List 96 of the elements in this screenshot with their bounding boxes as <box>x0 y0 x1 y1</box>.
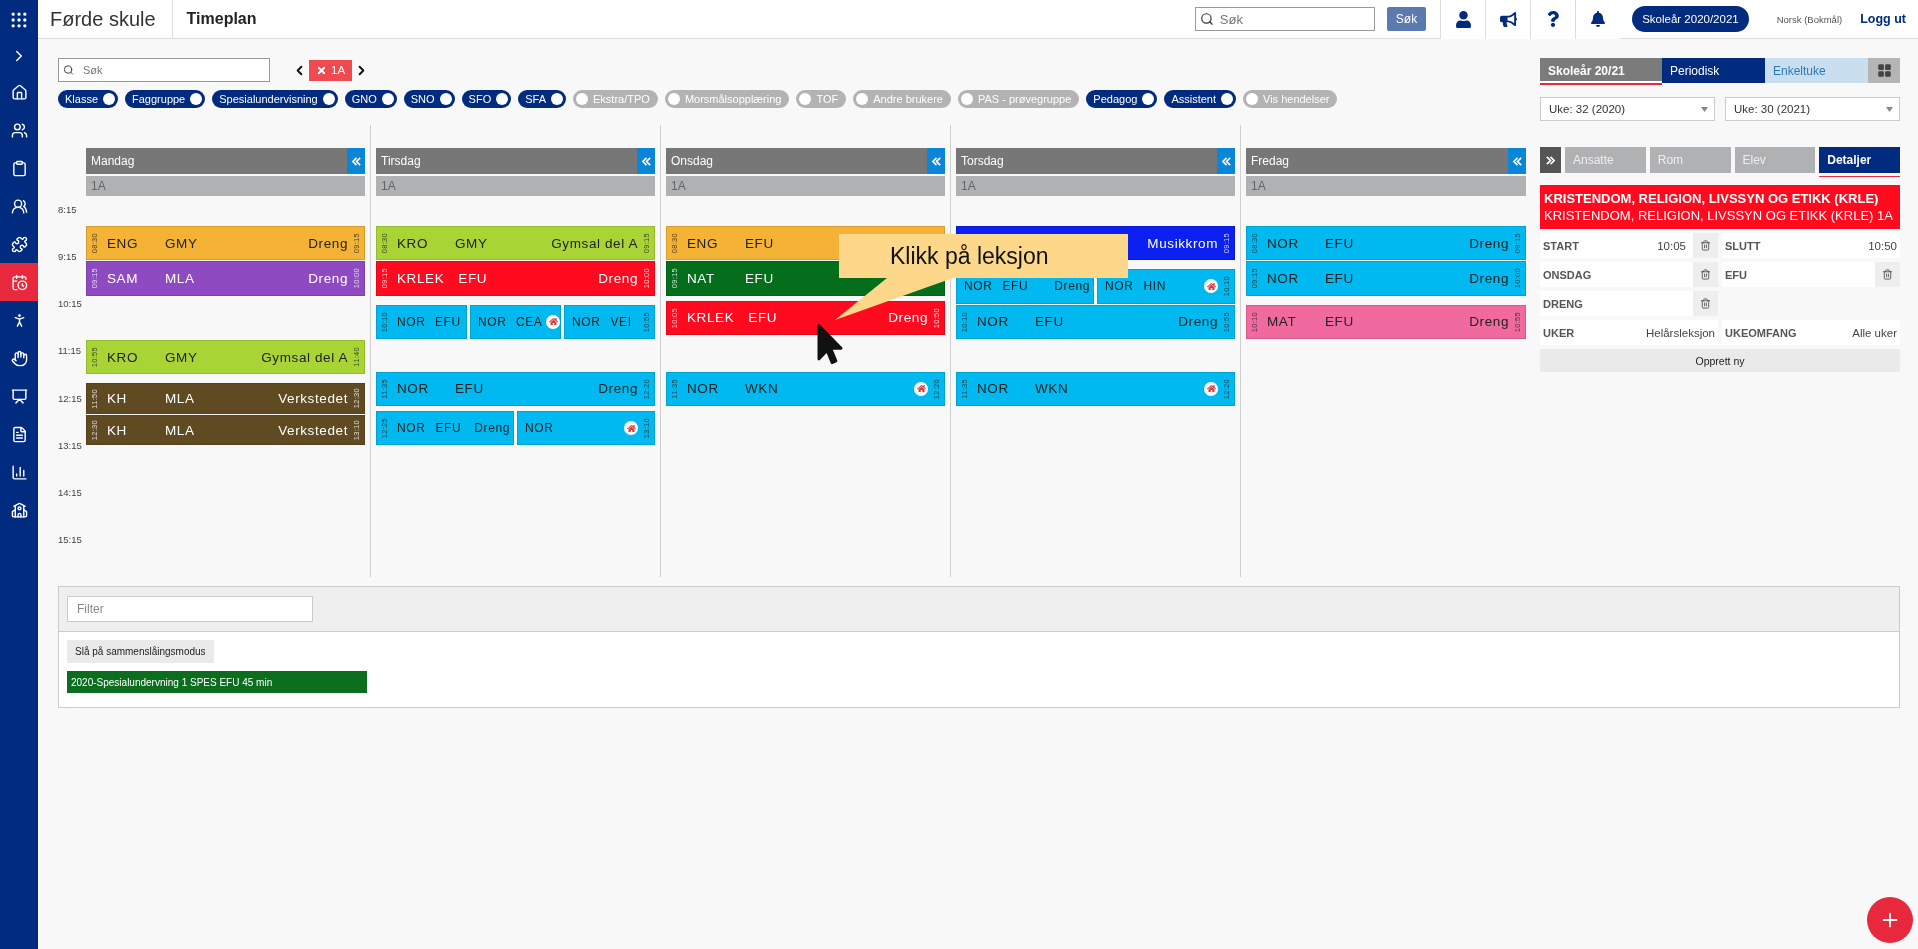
room-name: Dreng <box>473 421 510 436</box>
group-label: 1A <box>956 176 1235 196</box>
room-name: Gymsal del A <box>550 235 638 251</box>
teacher-code: EFU <box>435 421 462 436</box>
day-name: Tirsdag <box>380 154 422 168</box>
time-label: 14:15 <box>58 487 82 499</box>
teacher-code: GMY <box>455 235 488 251</box>
teacher-code: EFU <box>1325 235 1354 251</box>
subject-code: NOR <box>1267 235 1300 251</box>
time-label: 15:15 <box>58 534 82 546</box>
subject-code: NOR <box>478 314 506 329</box>
teacher-code: EFU <box>455 381 484 397</box>
teacher-code: EFU <box>745 235 774 251</box>
field-label: ONSDAG <box>1543 268 1592 281</box>
subject-code: KH <box>107 422 128 438</box>
subject-code: SAM <box>107 271 140 286</box>
teacher-code: GMY <box>165 235 198 251</box>
subject-code: NOR <box>397 421 426 436</box>
subject-subtitle: KRISTENDOM, RELIGION, LIVSSYN OG ETIKK (KRLE) 1A <box>1544 208 1894 223</box>
teacher-code: EFU <box>748 310 778 326</box>
teacher-code: VEI <box>610 314 632 329</box>
day-name: Torsdag <box>960 154 1005 168</box>
teacher-code: EFU <box>745 271 774 286</box>
time-label: 9:15 <box>58 251 77 262</box>
field-label: EFU <box>1725 268 1747 281</box>
teacher-code: EFU <box>1002 279 1029 294</box>
room-name: Dreng <box>887 310 928 326</box>
subject-code: KRLEK <box>397 271 445 286</box>
page-title: Timeplan <box>186 10 257 28</box>
time-label: 13:15 <box>58 439 82 451</box>
subject-code: NAT <box>687 271 716 286</box>
field-value: 10:50 <box>1868 239 1898 252</box>
subject-code: NOR <box>977 314 1010 330</box>
teacher-code: EFU <box>458 271 488 286</box>
room-name: Dreng <box>1468 271 1509 286</box>
room-name: Dreng <box>1177 314 1218 330</box>
room-name: Verkstedet <box>277 422 348 438</box>
room-name: Dreng <box>1053 279 1090 294</box>
field-label: UKER <box>1543 326 1575 339</box>
subject-code: ENG <box>687 235 720 251</box>
room-name: Verkstedet <box>277 391 348 407</box>
teacher-code: GMY <box>165 349 198 365</box>
subject-title: KRISTENDOM, RELIGION, LIVSSYN OG ETIKK (KRLE) <box>1544 191 1880 206</box>
teacher-code: MLA <box>165 271 195 286</box>
subject-code: NOR <box>964 279 993 294</box>
room-name: Musikkrom <box>1146 235 1218 251</box>
subject-code: KRLEK <box>687 310 735 326</box>
teacher-code: EFU <box>1325 271 1354 286</box>
field-value: Alle uker <box>1852 326 1898 339</box>
room-name: Gymsal del A <box>260 349 348 365</box>
subject-code: NOR <box>525 421 554 436</box>
subject-code: KH <box>107 391 128 407</box>
teacher-code: CEA <box>516 314 543 329</box>
day-name: Fredag <box>1250 154 1291 168</box>
teacher-code: WKN <box>1035 381 1069 397</box>
room-name: Dreng <box>1468 235 1509 251</box>
subject-code: NOR <box>1105 279 1134 294</box>
group-label: 1A <box>86 176 365 196</box>
subject-code: NOR <box>977 381 1010 397</box>
field-value: 10:05 <box>1657 239 1687 252</box>
time-label: 8:15 <box>58 203 77 215</box>
school-name: Førde skule <box>50 0 173 39</box>
field-label: UKEOMFANG <box>1725 326 1797 339</box>
field-label: SLUTT <box>1725 239 1761 252</box>
room-name: Dreng <box>597 271 638 286</box>
time-label: 10:15 <box>58 298 82 310</box>
subject-code: ENG <box>107 235 140 251</box>
teacher-code: MLA <box>165 391 195 407</box>
group-label: 1A <box>1246 176 1526 196</box>
subject-code: NOR <box>687 381 720 397</box>
subject-code: NOR <box>397 381 430 397</box>
teacher-code: HIN <box>1143 279 1166 294</box>
time-label: 12:15 <box>58 392 82 404</box>
room-name: Dreng <box>597 381 638 397</box>
group-label: 1A <box>666 176 945 196</box>
subject-code: KRO <box>397 235 430 251</box>
subject-code: MAT <box>1267 314 1298 330</box>
day-name: Mandag <box>90 154 136 168</box>
teacher-code: MLA <box>165 422 195 438</box>
field-label: DRENG <box>1543 297 1583 310</box>
teacher-code: WKN <box>745 381 779 397</box>
field-label: START <box>1543 239 1579 252</box>
day-name: Onsdag <box>670 154 715 168</box>
room-name: Dreng <box>1468 314 1509 330</box>
subject-code: NOR <box>572 314 601 329</box>
teacher-code: EFU <box>1035 314 1064 330</box>
subject-code: NOR <box>1267 271 1300 286</box>
subject-code: NOR <box>397 314 425 329</box>
group-label: 1A <box>376 176 655 196</box>
field-value: Helårsleksjon <box>1645 326 1716 339</box>
room-name: Dreng <box>307 235 348 251</box>
time-label: 11:15 <box>58 345 82 357</box>
teacher-code: EFU <box>435 314 461 329</box>
teacher-code: EFU <box>1325 314 1354 330</box>
subject-code: KRO <box>107 349 140 365</box>
room-name: Dreng <box>307 271 348 286</box>
